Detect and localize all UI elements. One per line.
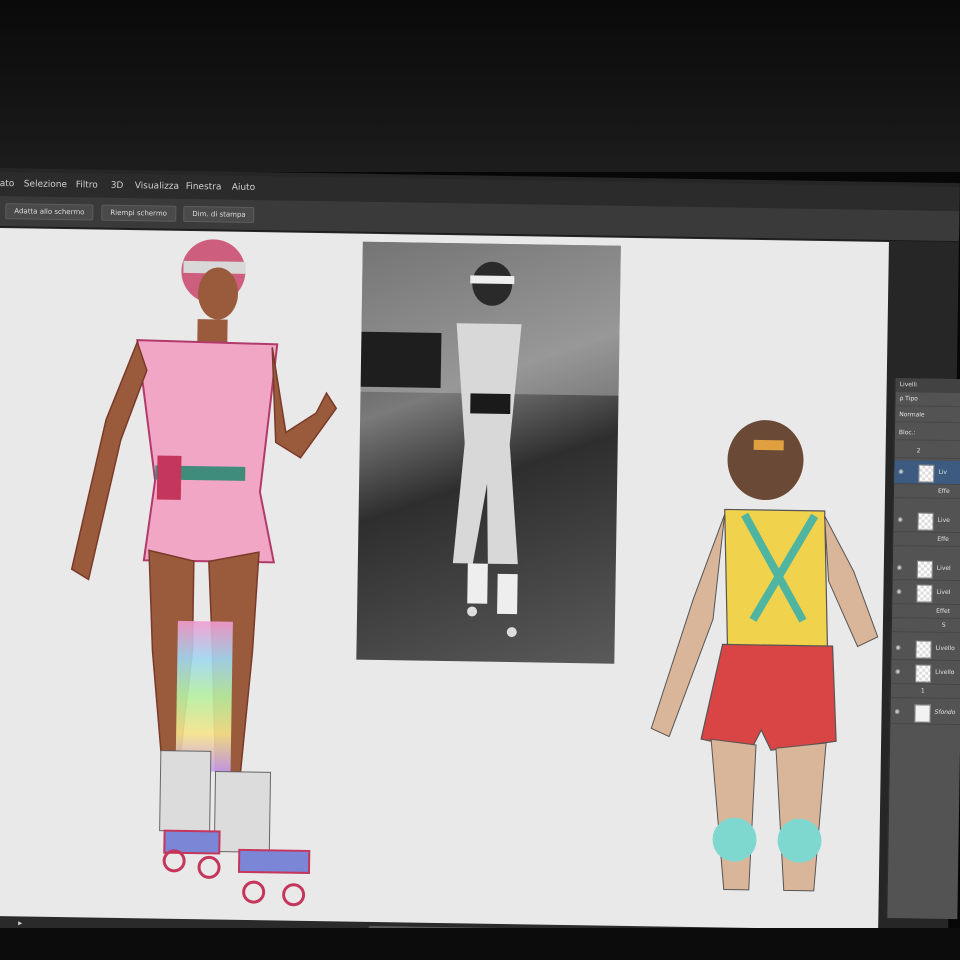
menu-item-edit[interactable]: ato xyxy=(0,179,14,189)
reference-photo xyxy=(356,241,621,664)
layer-effect-item[interactable]: S xyxy=(891,618,960,634)
status-arrow-icon[interactable]: ▸ xyxy=(18,918,22,927)
layer-thumbnail xyxy=(914,704,931,723)
skater-drawing-right xyxy=(650,420,879,892)
layer-row[interactable]: ◉ Livel xyxy=(892,580,960,606)
menu-item-window[interactable]: Finestra xyxy=(186,182,222,193)
layer-effects-row[interactable]: Effe xyxy=(893,532,960,548)
blend-mode-select[interactable]: Normale xyxy=(895,408,960,424)
layer-thumbnail xyxy=(916,584,933,603)
layer-name: Liv xyxy=(938,468,947,476)
layer-thumbnail xyxy=(915,664,932,683)
fit-screen-button[interactable]: Adatta allo schermo xyxy=(5,203,94,221)
visibility-eye-icon[interactable]: ◉ xyxy=(896,580,902,604)
layer-name: Live xyxy=(937,516,950,524)
layer-row[interactable]: ◉ Live xyxy=(893,508,960,534)
layer-filter-select[interactable]: ρ Tipo xyxy=(895,392,960,408)
visibility-eye-icon[interactable]: ◉ xyxy=(894,700,900,724)
layer-row[interactable]: ◉ Liv xyxy=(894,460,960,486)
monitor-bezel-bottom xyxy=(0,928,960,960)
layer-name: Livel xyxy=(936,564,951,572)
group-1-row[interactable]: 1 xyxy=(890,684,960,700)
visibility-eye-icon[interactable]: ◉ xyxy=(895,660,901,684)
layer-name: Sfondo xyxy=(934,708,956,717)
document-canvas[interactable] xyxy=(0,227,889,932)
menu-item-help[interactable]: Aiuto xyxy=(232,183,256,193)
photoshop-window: ato Selezione Filtro 3D Visualizza Fines… xyxy=(0,168,960,945)
visibility-eye-icon[interactable]: ◉ xyxy=(895,636,901,660)
layer-thumbnail xyxy=(915,640,932,659)
layers-tab[interactable]: Livelli xyxy=(895,378,960,394)
skater-drawing-left xyxy=(70,239,338,907)
fill-screen-button[interactable]: Riempi schermo xyxy=(101,204,177,222)
layer-effects-row[interactable]: Effet xyxy=(892,604,960,620)
visibility-eye-icon[interactable]: ◉ xyxy=(898,460,904,484)
layer-thumbnail xyxy=(916,560,933,579)
layer-name: Livello xyxy=(935,644,955,653)
layer-name: Livel xyxy=(936,588,951,596)
layer-row[interactable]: ◉ Livello xyxy=(891,636,960,662)
menu-item-select[interactable]: Selezione xyxy=(24,179,67,190)
layer-thumbnail xyxy=(917,512,934,531)
layer-thumbnail xyxy=(918,464,935,483)
menu-item-view[interactable]: Visualizza xyxy=(135,181,179,192)
print-size-button[interactable]: Dim. di stampa xyxy=(183,205,255,224)
layers-panel: Livelli ρ Tipo Normale Bloc.: 2 ◉ Liv Ef… xyxy=(886,378,960,920)
menu-item-filter[interactable]: Filtro xyxy=(76,180,98,190)
layer-row[interactable]: ◉ Livel xyxy=(892,556,960,582)
monitor-bezel-top xyxy=(0,0,960,172)
menu-item-3d[interactable]: 3D xyxy=(111,181,124,191)
visibility-eye-icon[interactable]: ◉ xyxy=(897,556,903,580)
background-layer-row[interactable]: ◉ Sfondo xyxy=(890,700,960,726)
layer-row[interactable]: ◉ Livello xyxy=(891,660,960,686)
visibility-eye-icon[interactable]: ◉ xyxy=(897,508,903,532)
layer-effects-row[interactable]: Effe xyxy=(893,484,960,500)
group-2-row[interactable]: 2 xyxy=(894,444,960,460)
lock-label: Bloc.: xyxy=(894,426,960,442)
layer-name: Livello xyxy=(935,668,955,677)
